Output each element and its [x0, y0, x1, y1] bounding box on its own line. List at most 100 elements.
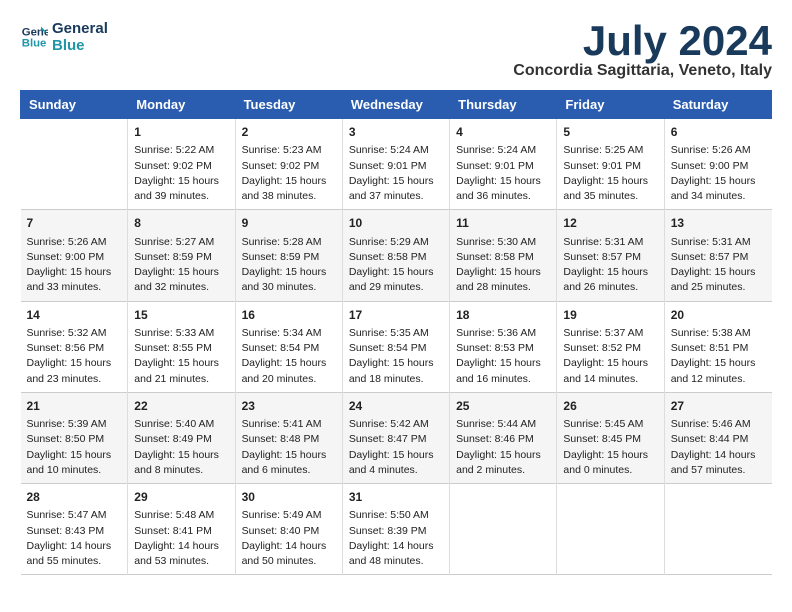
day-info: Sunset: 8:48 PM: [242, 432, 336, 447]
calendar-cell: 9Sunrise: 5:28 AMSunset: 8:59 PMDaylight…: [235, 210, 342, 301]
day-number: 29: [134, 489, 228, 506]
page-header: General Blue General Blue July 2024 Conc…: [20, 20, 772, 80]
day-info: Sunrise: 5:27 AM: [134, 235, 228, 250]
day-info: Daylight: 15 hours and 28 minutes.: [456, 265, 550, 295]
day-number: 6: [671, 124, 766, 141]
day-info: Sunset: 9:01 PM: [563, 159, 657, 174]
day-info: Sunset: 8:44 PM: [671, 432, 766, 447]
day-info: Sunset: 8:47 PM: [349, 432, 443, 447]
calendar-cell: [21, 119, 128, 210]
calendar-cell: 12Sunrise: 5:31 AMSunset: 8:57 PMDayligh…: [557, 210, 664, 301]
day-info: Sunset: 8:53 PM: [456, 341, 550, 356]
calendar-cell: 22Sunrise: 5:40 AMSunset: 8:49 PMDayligh…: [128, 392, 235, 483]
day-info: Daylight: 14 hours and 50 minutes.: [242, 539, 336, 569]
day-number: 23: [242, 398, 336, 415]
header-sunday: Sunday: [21, 91, 128, 119]
day-info: Sunset: 8:41 PM: [134, 524, 228, 539]
day-number: 8: [134, 215, 228, 232]
day-number: 10: [349, 215, 443, 232]
day-info: Sunrise: 5:39 AM: [27, 417, 122, 432]
day-info: Daylight: 15 hours and 39 minutes.: [134, 174, 228, 204]
day-info: Sunset: 8:46 PM: [456, 432, 550, 447]
header-monday: Monday: [128, 91, 235, 119]
calendar-cell: 7Sunrise: 5:26 AMSunset: 9:00 PMDaylight…: [21, 210, 128, 301]
day-number: 25: [456, 398, 550, 415]
calendar-cell: 23Sunrise: 5:41 AMSunset: 8:48 PMDayligh…: [235, 392, 342, 483]
day-info: Sunset: 8:59 PM: [134, 250, 228, 265]
day-info: Sunset: 8:49 PM: [134, 432, 228, 447]
day-info: Daylight: 15 hours and 10 minutes.: [27, 448, 122, 478]
calendar-cell: 27 Sunrise: 5:46 AMSunset: 8:44 PMDayligh…: [664, 392, 771, 483]
calendar-header-row: SundayMondayTuesdayWednesdayThursdayFrid…: [21, 91, 772, 119]
day-info: Daylight: 15 hours and 21 minutes.: [134, 356, 228, 386]
calendar-cell: 26Sunrise: 5:45 AMSunset: 8:45 PMDayligh…: [557, 392, 664, 483]
day-info: Sunrise: 5:48 AM: [134, 508, 228, 523]
calendar-cell: 13Sunrise: 5:31 AMSunset: 8:57 PMDayligh…: [664, 210, 771, 301]
calendar-cell: 18Sunrise: 5:36 AMSunset: 8:53 PMDayligh…: [450, 301, 557, 392]
day-info: Daylight: 14 hours and 55 minutes.: [27, 539, 122, 569]
day-number: 30: [242, 489, 336, 506]
calendar-cell: [450, 484, 557, 575]
calendar-week-1: 1Sunrise: 5:22 AMSunset: 9:02 PMDaylight…: [21, 119, 772, 210]
day-info: Daylight: 15 hours and 38 minutes.: [242, 174, 336, 204]
day-info: Daylight: 15 hours and 29 minutes.: [349, 265, 443, 295]
day-info: Sunset: 8:58 PM: [349, 250, 443, 265]
day-info: Daylight: 15 hours and 12 minutes.: [671, 356, 766, 386]
day-number: 27: [671, 398, 766, 415]
header-tuesday: Tuesday: [235, 91, 342, 119]
calendar-cell: 28Sunrise: 5:47 AMSunset: 8:43 PMDayligh…: [21, 484, 128, 575]
day-info: Sunrise: 5:41 AM: [242, 417, 336, 432]
calendar-cell: 31Sunrise: 5:50 AMSunset: 8:39 PMDayligh…: [342, 484, 449, 575]
day-info: Daylight: 15 hours and 25 minutes.: [671, 265, 766, 295]
calendar-cell: 17Sunrise: 5:35 AMSunset: 8:54 PMDayligh…: [342, 301, 449, 392]
day-number: 21: [27, 398, 122, 415]
day-info: Daylight: 14 hours and 57 minutes.: [671, 448, 766, 478]
day-info: Sunrise: 5:44 AM: [456, 417, 550, 432]
day-info: Sunrise: 5:34 AM: [242, 326, 336, 341]
calendar-cell: 2Sunrise: 5:23 AMSunset: 9:02 PMDaylight…: [235, 119, 342, 210]
day-info: Daylight: 15 hours and 32 minutes.: [134, 265, 228, 295]
day-info: Sunset: 9:02 PM: [134, 159, 228, 174]
day-number: 31: [349, 489, 443, 506]
day-info: Sunrise: 5:42 AM: [349, 417, 443, 432]
logo: General Blue General Blue: [20, 20, 108, 54]
calendar-cell: 19Sunrise: 5:37 AMSunset: 8:52 PMDayligh…: [557, 301, 664, 392]
day-info: Daylight: 15 hours and 34 minutes.: [671, 174, 766, 204]
calendar-week-2: 7Sunrise: 5:26 AMSunset: 9:00 PMDaylight…: [21, 210, 772, 301]
day-number: 18: [456, 307, 550, 324]
calendar-cell: 21 Sunrise: 5:39 AMSunset: 8:50 PMDayligh…: [21, 392, 128, 483]
day-info: Sunset: 8:43 PM: [27, 524, 122, 539]
day-info: Sunrise: 5:26 AM: [671, 143, 766, 158]
day-number: 11: [456, 215, 550, 232]
day-info: Sunset: 8:54 PM: [349, 341, 443, 356]
day-info: Sunrise: 5:26 AM: [27, 235, 122, 250]
day-info: Daylight: 15 hours and 14 minutes.: [563, 356, 657, 386]
day-info: Sunset: 8:58 PM: [456, 250, 550, 265]
calendar-cell: 10 Sunrise: 5:29 AMSunset: 8:58 PMDayligh…: [342, 210, 449, 301]
day-info: Sunrise: 5:46 AM: [671, 417, 766, 432]
day-number: 26: [563, 398, 657, 415]
header-thursday: Thursday: [450, 91, 557, 119]
day-number: 7: [27, 215, 122, 232]
day-info: Sunrise: 5:29 AM: [349, 235, 443, 250]
calendar-week-3: 14Sunrise: 5:32 AMSunset: 8:56 PMDayligh…: [21, 301, 772, 392]
day-number: 22: [134, 398, 228, 415]
day-info: Sunset: 8:45 PM: [563, 432, 657, 447]
calendar-table: SundayMondayTuesdayWednesdayThursdayFrid…: [20, 90, 772, 575]
day-number: 15: [134, 307, 228, 324]
day-info: Sunrise: 5:36 AM: [456, 326, 550, 341]
day-info: Sunrise: 5:32 AM: [27, 326, 122, 341]
header-wednesday: Wednesday: [342, 91, 449, 119]
day-info: Sunset: 8:50 PM: [27, 432, 122, 447]
day-info: Sunrise: 5:28 AM: [242, 235, 336, 250]
day-number: 13: [671, 215, 766, 232]
day-number: 20: [671, 307, 766, 324]
day-info: Daylight: 15 hours and 35 minutes.: [563, 174, 657, 204]
day-number: 2: [242, 124, 336, 141]
day-info: Daylight: 15 hours and 18 minutes.: [349, 356, 443, 386]
day-number: 24: [349, 398, 443, 415]
calendar-cell: [664, 484, 771, 575]
day-info: Sunrise: 5:24 AM: [456, 143, 550, 158]
day-info: Sunset: 8:57 PM: [671, 250, 766, 265]
day-info: Sunset: 9:01 PM: [349, 159, 443, 174]
